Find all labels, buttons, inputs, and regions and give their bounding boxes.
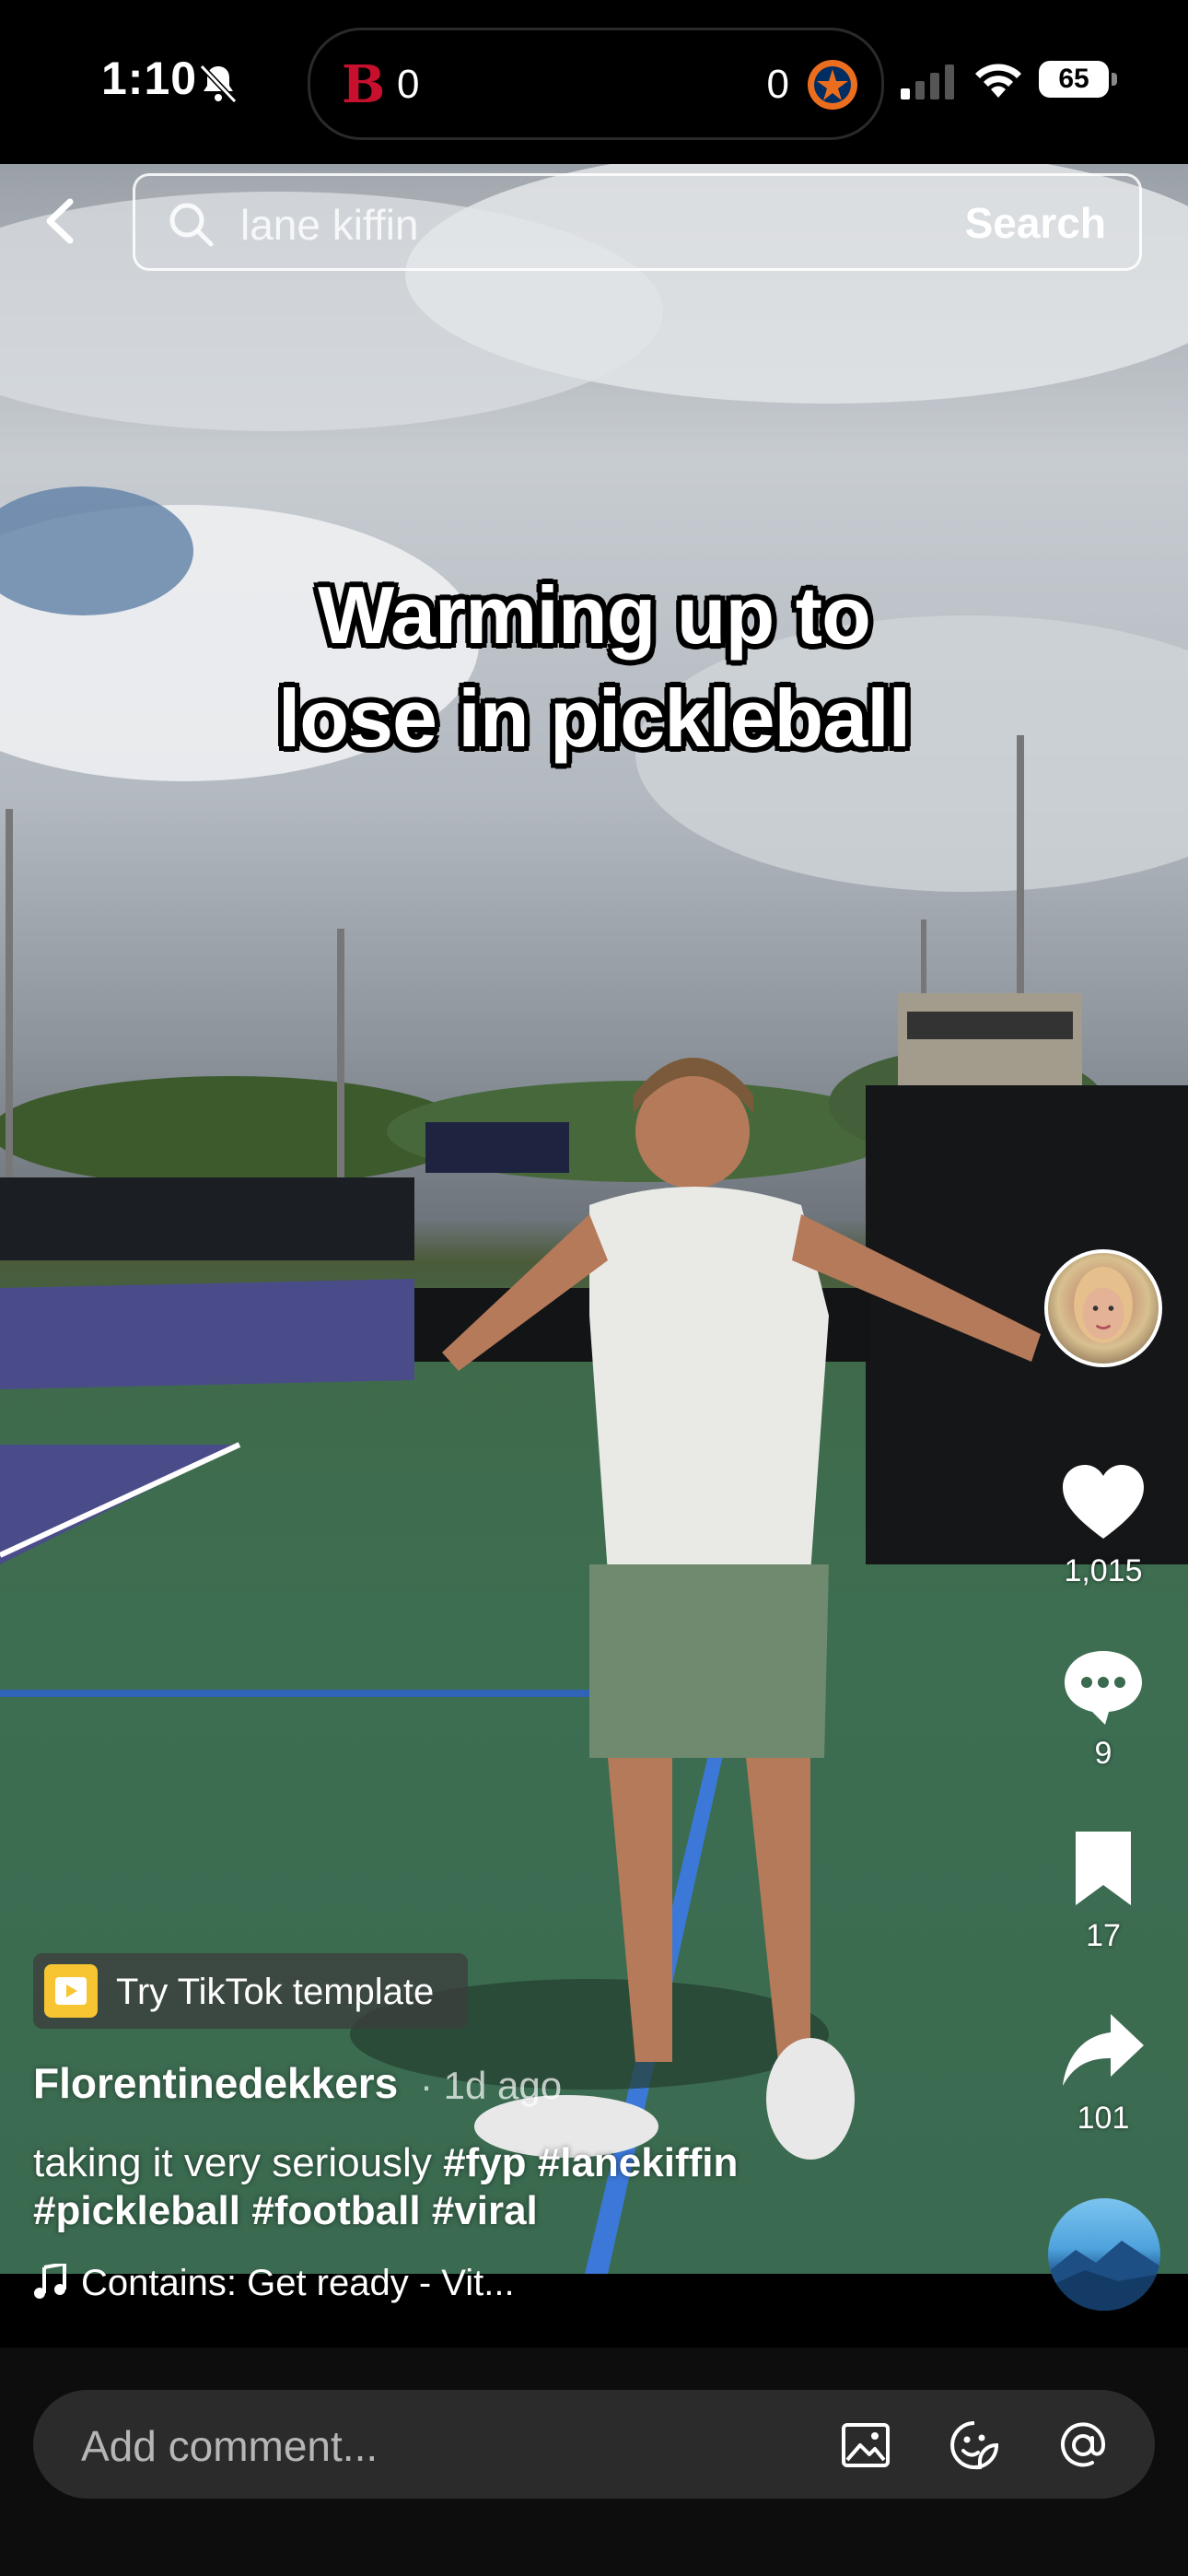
video-caption: Warming up to lose in pickleball [226,564,962,770]
live-activity-scoreboard[interactable]: B 0 0 [308,28,884,140]
post-description[interactable]: taking it very seriously #fyp #lanekiffi… [33,2139,917,2235]
sound-disc[interactable] [1048,2198,1160,2311]
like-count: 1,015 [1064,1553,1143,1588]
save-action[interactable]: 17 [1050,1822,1157,1954]
comment-input[interactable]: Add comment... [33,2390,1155,2499]
search-query[interactable]: lane kiffin [240,200,419,250]
astros-logo-icon [808,60,857,110]
red-sox-logo-icon: B [342,54,382,113]
mention-at-icon[interactable] [1055,2418,1111,2473]
status-time: 1:10 [101,53,198,104]
template-icon [44,1964,98,2018]
emoji-sticker-icon[interactable] [947,2418,1002,2473]
svg-text:B: B [342,54,382,113]
search-bar[interactable]: lane kiffin Search [133,173,1142,271]
avatar-image [1074,1267,1133,1343]
caption-line-1: Warming up to [318,569,871,661]
score-right: 0 [766,62,789,107]
description-hashtags-1[interactable]: #fyp #lanekiffin [443,2140,738,2185]
status-bar: 1:10 B 0 0 65 [0,0,1188,164]
description-hashtags-2[interactable]: #pickleball #football #viral [33,2188,538,2233]
save-count: 17 [1086,1918,1121,1953]
search-button[interactable]: Search [965,198,1106,248]
score-left: 0 [397,62,420,107]
post-age: · 1d ago [420,2064,563,2107]
battery-indicator: 65 [1039,61,1117,98]
back-arrow-icon[interactable] [28,189,92,253]
cellular-signal-icon [901,64,954,100]
sound-link[interactable]: Contains: Get ready - Vit... [33,2263,515,2304]
caption-line-2: lose in pickleball [277,673,911,764]
comment-bubble-icon[interactable] [1057,1640,1149,1732]
mountain-landscape-icon [1048,2241,1160,2311]
comment-count: 9 [1094,1736,1112,1771]
try-template-button[interactable]: Try TikTok template [33,1953,468,2029]
comment-action[interactable]: 9 [1050,1640,1157,1772]
search-icon [169,203,214,247]
creator-avatar[interactable] [1044,1249,1162,1367]
image-picker-icon[interactable] [838,2418,893,2473]
comment-placeholder[interactable]: Add comment... [81,2421,378,2471]
description-text: taking it very seriously [33,2140,444,2185]
wifi-icon [975,64,1021,98]
share-action[interactable]: 101 [1050,2005,1157,2137]
like-action[interactable]: 1,015 [1050,1458,1157,1589]
music-note-icon [34,2264,66,2299]
template-label: Try TikTok template [116,1972,435,2012]
bell-muted-icon [199,64,238,104]
share-arrow-icon[interactable] [1057,2005,1149,2097]
share-count: 101 [1077,2101,1130,2136]
sound-title: Contains: Get ready - Vit... [81,2263,515,2303]
heart-icon[interactable] [1057,1458,1149,1550]
bookmark-icon[interactable] [1057,1822,1149,1914]
creator-username[interactable]: Florentinedekkers [33,2058,398,2108]
